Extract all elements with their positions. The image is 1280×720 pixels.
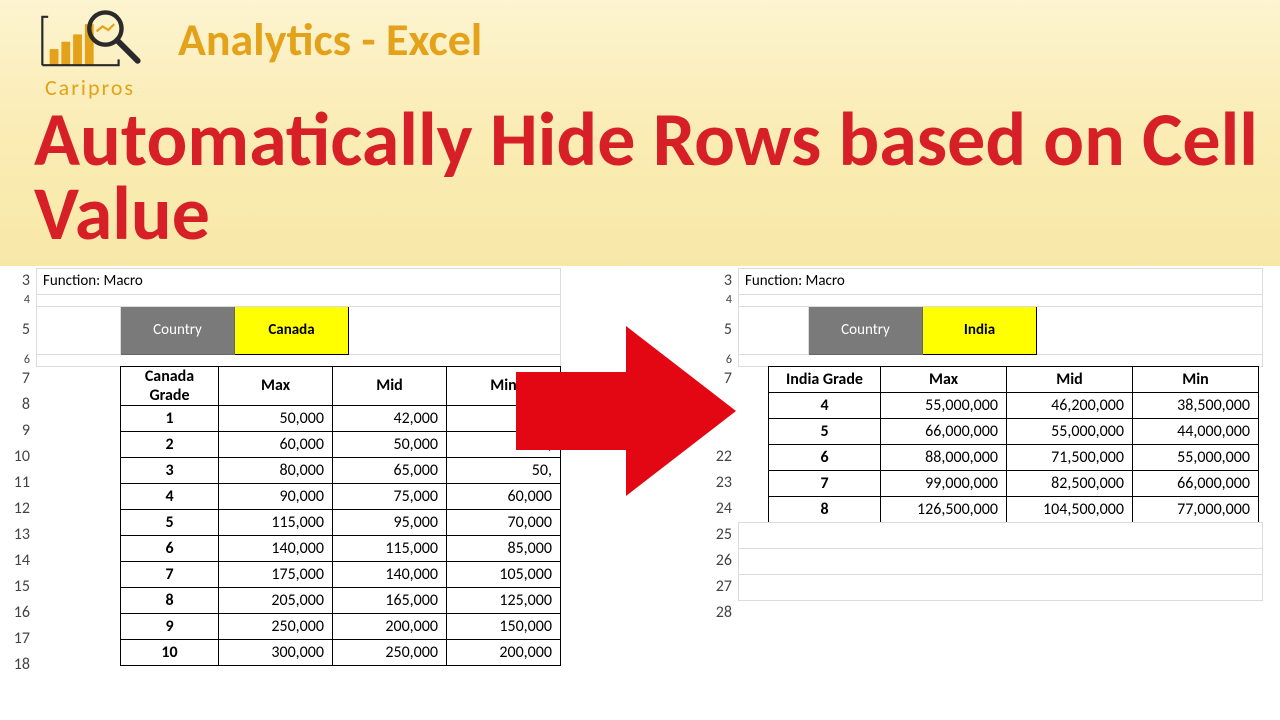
chart-magnifier-icon [25,8,155,74]
table-header-row: India Grade Max Mid Min [769,366,1259,392]
table-row: 10300,000250,000200,000 [121,639,561,665]
row-number: 4 [708,294,736,306]
row-number: 12 [6,496,34,522]
table-row: 7175,000140,000105,000 [121,561,561,587]
row-number: 22 [708,444,736,470]
row-number: 6 [708,354,736,366]
row-number: 16 [6,600,34,626]
country-label: Country [121,306,235,354]
main-title: Automatically Hide Rows based on Cell Va… [34,103,1260,252]
function-label: Function: Macro [37,268,561,294]
row-number: 4 [6,294,34,306]
country-label: Country [809,306,923,354]
function-label: Function: Macro [739,268,1263,294]
row-number: 17 [6,626,34,652]
left-data-table: Canada Grade Max Mid Min 150,00042,00035… [120,366,561,666]
table-row: 566,000,00055,000,00044,000,000 [769,418,1259,444]
subtitle: Analytics - Excel [178,12,482,68]
table-row: 8126,500,000104,500,00077,000,000 [769,496,1259,522]
table-row: 688,000,00071,500,00055,000,000 [769,444,1259,470]
row-number: 7 [708,366,736,392]
row-number: 18 [6,652,34,678]
logo: Caripros [20,8,160,101]
row-number: 11 [6,470,34,496]
row-number: 8 [6,392,34,418]
table-row: 8205,000165,000125,000 [121,587,561,613]
table-row: 490,00075,00060,000 [121,483,561,509]
table-row: 150,00042,00035, [121,405,561,431]
row-number: 10 [6,444,34,470]
row-number: 25 [708,522,736,548]
row-number: 3 [708,268,736,294]
table-row: 6140,000115,00085,000 [121,535,561,561]
table-header-row: Canada Grade Max Mid Min [121,366,561,405]
row-number: 3 [6,268,34,294]
table-row: 799,000,00082,500,00066,000,000 [769,470,1259,496]
header-band: Caripros Analytics - Excel Automatically… [0,0,1280,266]
row-number: 9 [6,418,34,444]
row-number: 7 [6,366,34,392]
row-number: 23 [708,470,736,496]
row-number: 24 [708,496,736,522]
country-value[interactable]: India [923,306,1037,354]
row-number: 26 [708,548,736,574]
table-row: 9250,000200,000150,000 [121,613,561,639]
row-number: 5 [6,306,34,354]
table-row: 5115,00095,00070,000 [121,509,561,535]
row-number: 14 [6,548,34,574]
row-number: 6 [6,354,34,366]
row-number: 15 [6,574,34,600]
table-row: 380,00065,00050, [121,457,561,483]
row-number: 13 [6,522,34,548]
row-number: 5 [708,306,736,354]
row-number: 27 [708,574,736,600]
table-row: 260,00050,00040, [121,431,561,457]
row-number: 28 [708,600,736,626]
table-row: 455,000,00046,200,00038,500,000 [769,392,1259,418]
country-value[interactable]: Canada [235,306,349,354]
